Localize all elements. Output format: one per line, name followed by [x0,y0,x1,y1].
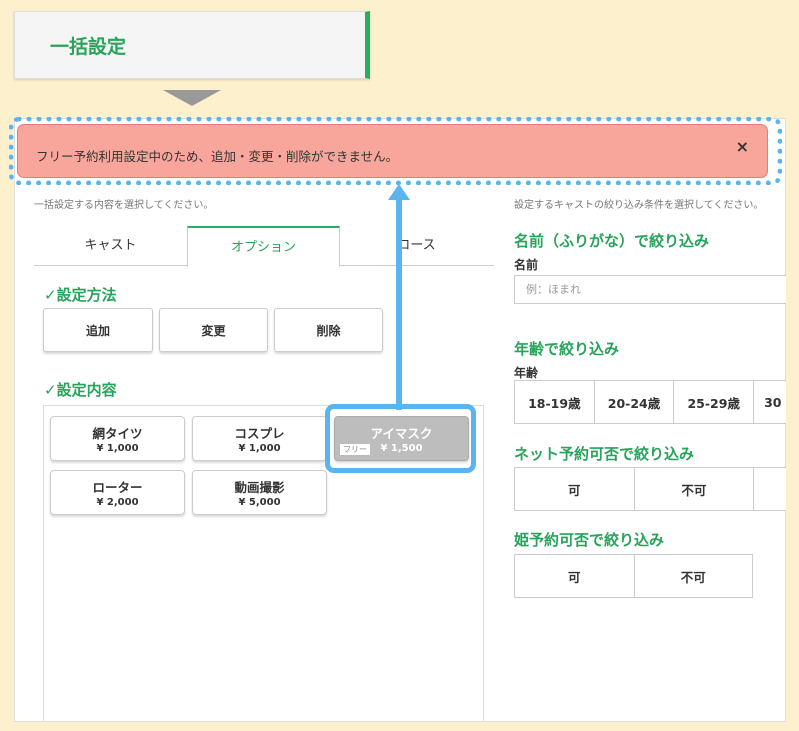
age-label: 年齢 [514,366,539,380]
option-price: ¥ 5,000 [238,497,281,508]
method-title: ✓設定方法 [44,286,117,304]
delete-button[interactable]: 削除 [274,308,383,352]
right-hint: 設定するキャストの絞り込み条件を選択してください。 [514,200,764,211]
alert-banner: フリー予約利用設定中のため、追加・変更・削除ができません。 × [17,124,768,178]
alert-message: フリー予約利用設定中のため、追加・変更・削除ができません。 [36,149,399,164]
option-rotor[interactable]: ローター ¥ 2,000 [50,470,185,515]
name-search-input[interactable]: 例：ほまれ [514,275,786,304]
net-segment: 可 不可 [514,467,786,511]
net-option-other[interactable] [754,468,786,510]
option-name: 動画撮影 [234,480,285,495]
edit-button[interactable]: 変更 [159,308,268,352]
column-divider [483,405,484,722]
option-video[interactable]: 動画撮影 ¥ 5,000 [192,470,327,515]
age-option[interactable]: 20-24歳 [595,381,675,423]
name-filter-title: 名前（ふりがな）で絞り込み [514,232,710,250]
option-price: ¥ 1,000 [238,443,281,454]
option-fishnet[interactable]: 網タイツ ¥ 1,000 [50,416,185,461]
age-filter-title: 年齢で絞り込み [514,340,620,358]
hime-option-yes[interactable]: 可 [515,555,635,597]
option-name: ローター [92,480,143,495]
add-button[interactable]: 追加 [43,308,153,352]
page-title: 一括設定 [50,36,127,58]
tab-cast[interactable]: キャスト [34,226,187,266]
option-name: 網タイツ [92,426,143,441]
age-option[interactable]: 30 [754,381,786,423]
hime-option-no[interactable]: 不可 [635,555,753,597]
age-segment: 18-19歳 20-24歳 25-29歳 30 [514,380,786,424]
tab-bar: キャスト オプション コース [34,226,494,267]
hime-filter-title: 姫予約可否で絞り込み [514,531,665,549]
down-arrow-icon [163,90,221,106]
left-hint: 一括設定する内容を選択してください。 [34,200,214,211]
up-arrow-icon [388,184,410,410]
name-label: 名前 [514,258,539,272]
net-filter-title: ネット予約可否で絞り込み [514,445,695,463]
option-name: コスプレ [234,426,285,441]
net-option-no[interactable]: 不可 [635,468,755,510]
tab-option[interactable]: オプション [187,226,340,267]
option-cosplay[interactable]: コスプレ ¥ 1,000 [192,416,327,461]
option-price: ¥ 1,000 [96,443,139,454]
option-highlight-outline [325,404,476,473]
option-price: ¥ 2,000 [96,497,139,508]
hime-segment: 可 不可 [514,554,753,598]
page-title-box: 一括設定 [14,11,370,79]
tab-course[interactable]: コース [340,226,493,266]
net-option-yes[interactable]: 可 [515,468,635,510]
close-icon[interactable]: × [736,137,749,156]
age-option[interactable]: 18-19歳 [515,381,595,423]
content-title: ✓設定内容 [44,381,117,399]
age-option[interactable]: 25-29歳 [674,381,755,423]
